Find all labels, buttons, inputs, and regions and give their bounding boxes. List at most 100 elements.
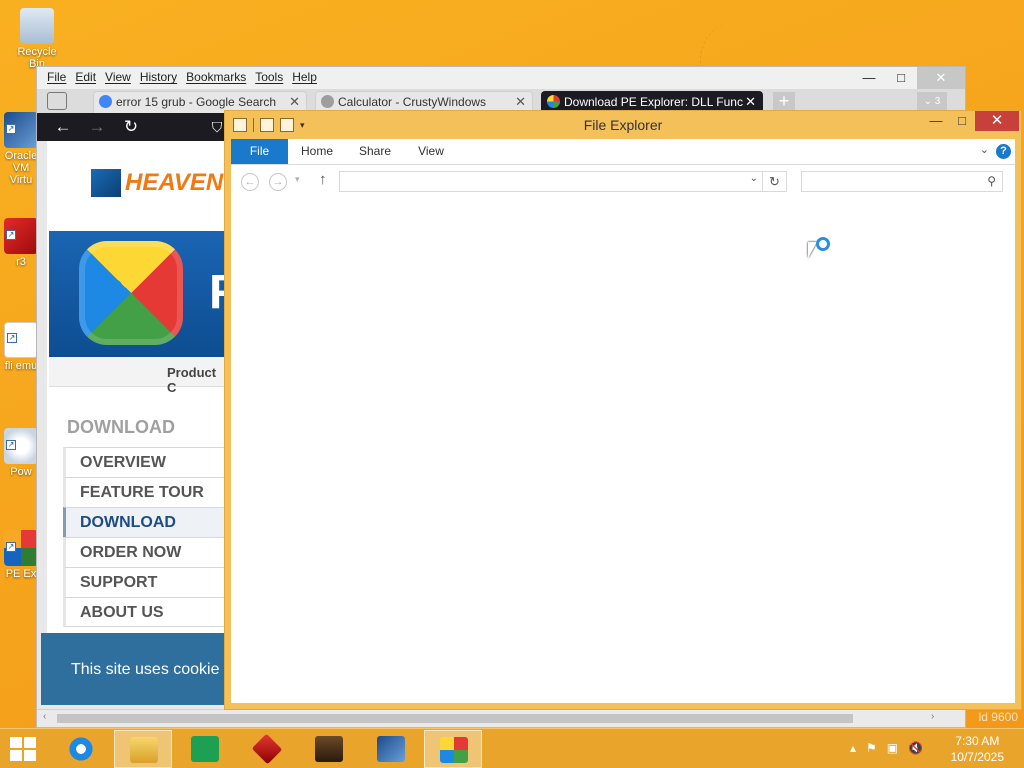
pe-explorer-icon: ↗	[4, 530, 38, 566]
tab-title: error 15 grub - Google Search	[116, 95, 277, 109]
forward-button[interactable]: →	[85, 116, 109, 138]
taskbar-internet-explorer[interactable]	[52, 730, 110, 768]
desktop-icon-r3[interactable]: ↗ r3	[4, 218, 38, 268]
ribbon-tab-view[interactable]: View	[409, 139, 453, 164]
volume-muted-icon[interactable]: 🔇	[908, 741, 923, 755]
cookie-banner: This site uses cookie	[41, 633, 227, 705]
menu-help[interactable]: Help	[292, 70, 317, 84]
pe-explorer-icon	[547, 95, 560, 108]
side-menu-feature-tour[interactable]: FEATURE TOUR	[63, 477, 227, 507]
scroll-left-icon[interactable]: ‹	[43, 711, 46, 722]
back-icon[interactable]: ←	[241, 173, 259, 191]
menu-file[interactable]: File	[47, 70, 66, 84]
clock-time: 7:30 AM	[955, 734, 1000, 748]
virtualbox-icon	[377, 736, 405, 762]
reload-button[interactable]: ↻	[119, 116, 143, 138]
maximize-button[interactable]: □	[885, 67, 917, 89]
desktop-icon-power[interactable]: ↗ Pow	[4, 428, 38, 478]
close-tab-icon[interactable]: ✕	[745, 92, 756, 112]
expand-ribbon-icon[interactable]: ⌄	[980, 143, 989, 156]
close-button[interactable]: ✕	[917, 67, 965, 89]
file-explorer-window: ▾ File Explorer — □ ✕ File Home Share Vi…	[224, 110, 1022, 710]
window-title: File Explorer	[583, 117, 663, 133]
desktop-icon-pe-explorer[interactable]: ↗ PE Ex	[4, 530, 38, 580]
taskbar-virtualbox[interactable]	[362, 730, 420, 768]
minimize-button[interactable]: —	[923, 111, 949, 131]
desktop-icon-virtualbox[interactable]: ↗ Oracle VM Virtu	[4, 112, 38, 186]
up-arrow-icon[interactable]: ↑	[319, 171, 327, 188]
close-tab-icon[interactable]: ✕	[515, 92, 526, 112]
pe-explorer-logo-icon	[79, 241, 183, 345]
scroll-right-icon[interactable]: ›	[931, 711, 934, 722]
product-banner: F	[49, 231, 227, 357]
heaventools-logo-icon	[91, 169, 121, 197]
recycle-bin-icon	[20, 8, 54, 44]
show-hidden-icons-icon[interactable]: ▴	[850, 741, 856, 755]
cookie-banner-text: This site uses cookie	[71, 661, 220, 678]
busy-cursor-icon	[808, 237, 832, 264]
back-button[interactable]: ←	[51, 116, 75, 138]
ribbon-tab-home[interactable]: Home	[295, 139, 339, 164]
desktop-icon-label: r3	[16, 256, 26, 268]
action-center-flag-icon[interactable]: ⚑	[866, 741, 877, 755]
list-all-tabs-button[interactable]: ⌄ 3	[917, 92, 947, 112]
side-menu-order-now[interactable]: ORDER NOW	[63, 537, 227, 567]
r3-icon	[251, 733, 283, 765]
side-menu: OVERVIEW FEATURE TOUR DOWNLOAD ORDER NOW…	[63, 447, 227, 627]
new-tab-button[interactable]: +	[773, 92, 795, 112]
desktop-icon-recycle-bin[interactable]: Recycle Bin	[12, 8, 62, 70]
chevron-down-icon[interactable]: ⌄	[750, 173, 758, 184]
menu-history[interactable]: History	[140, 70, 177, 84]
side-menu-overview[interactable]: OVERVIEW	[63, 447, 227, 477]
taskbar-store[interactable]	[176, 730, 234, 768]
menu-bookmarks[interactable]: Bookmarks	[186, 70, 246, 84]
desktop-icon-label: PE Ex	[5, 568, 37, 580]
taskbar-r3[interactable]	[238, 730, 296, 768]
horizontal-scrollbar[interactable]: ‹ ›	[37, 709, 965, 727]
refresh-icon[interactable]: ↻	[763, 171, 787, 192]
system-tray: ▴ ⚑ ▣ 🔇	[850, 741, 923, 755]
help-icon[interactable]: ?	[996, 144, 1011, 159]
character-icon	[315, 736, 343, 762]
scrollbar-thumb[interactable]	[57, 714, 853, 723]
taskbar-character[interactable]	[300, 730, 358, 768]
virtualbox-icon: ↗	[4, 112, 38, 148]
side-menu-about-us[interactable]: ABOUT US	[63, 597, 227, 627]
site-logo[interactable]: HEAVEN	[125, 169, 223, 197]
menu-view[interactable]: View	[105, 70, 131, 84]
tab-title: Calculator - CrustyWindows	[338, 95, 487, 109]
side-menu-download[interactable]: DOWNLOAD	[63, 507, 227, 537]
clock-date: 10/7/2025	[950, 750, 1004, 764]
search-input[interactable]: ⚲	[801, 171, 1003, 192]
section-heading: DOWNLOAD	[67, 417, 175, 437]
network-icon[interactable]: ▣	[887, 741, 898, 755]
recent-locations-icon[interactable]: ▾	[295, 174, 300, 185]
taskbar-pe-explorer[interactable]	[424, 730, 482, 768]
ribbon-tab-file[interactable]: File	[231, 139, 288, 164]
address-input[interactable]: ⌄	[339, 171, 763, 192]
maximize-button[interactable]: □	[949, 111, 975, 131]
ribbon-tab-share[interactable]: Share	[353, 139, 397, 164]
taskbar-file-explorer[interactable]	[114, 730, 172, 768]
forward-icon[interactable]: →	[269, 173, 287, 191]
close-button[interactable]: ✕	[975, 111, 1019, 131]
clock[interactable]: 7:30 AM 10/7/2025	[951, 733, 1004, 765]
menu-tools[interactable]: Tools	[255, 70, 283, 84]
menu-edit[interactable]: Edit	[75, 70, 96, 84]
side-menu-support[interactable]: SUPPORT	[63, 567, 227, 597]
tab-count: 3	[934, 96, 941, 107]
minimize-button[interactable]: —	[853, 67, 885, 89]
start-button[interactable]	[10, 737, 36, 761]
close-tab-icon[interactable]: ✕	[289, 92, 300, 112]
build-watermark: ld 9600	[978, 710, 1018, 724]
file-explorer-body: File Home Share View ⌄ ? ← → ▾ ↑ ⌄ ↻ ⚲	[231, 139, 1015, 703]
product-nav-item[interactable]: Product C	[167, 365, 227, 395]
file-explorer-titlebar[interactable]: ▾ File Explorer — □ ✕	[225, 111, 1021, 139]
globe-icon	[321, 95, 334, 108]
r3-icon: ↗	[4, 218, 38, 254]
desktop-icon-emulator[interactable]: ↗ fli emu	[4, 322, 38, 372]
desktop-icon-label: fli emu	[4, 360, 38, 372]
firefox-view-button[interactable]	[47, 92, 67, 110]
firefox-menubar: File Edit View History Bookmarks Tools H…	[37, 67, 965, 89]
desktop-icon-label: Pow	[10, 466, 32, 478]
